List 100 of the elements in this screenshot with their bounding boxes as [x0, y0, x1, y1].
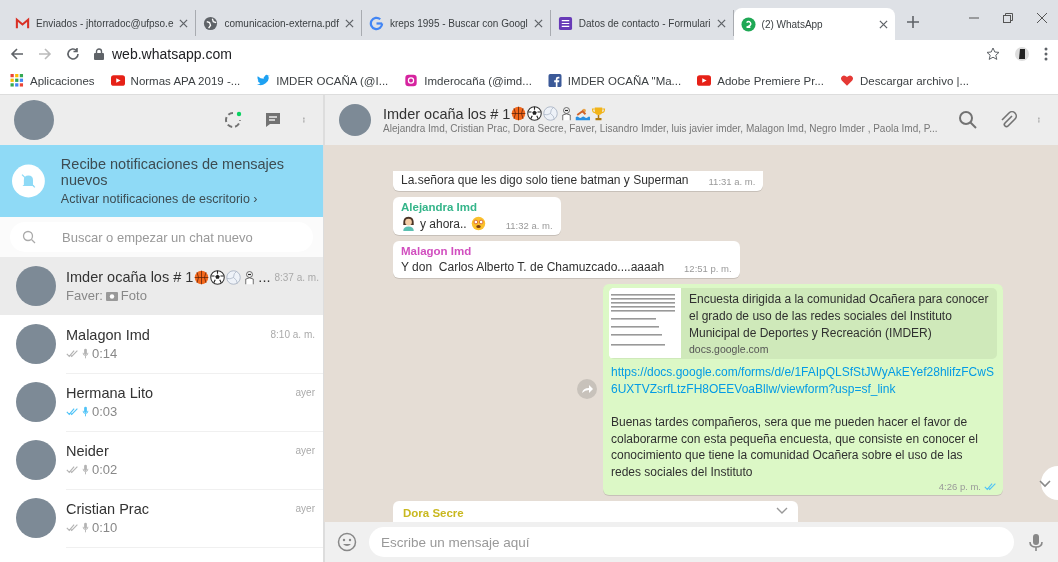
enable-notifications-link[interactable]: Activar notificaciones de escritorio ›: [60, 192, 311, 206]
f-logo-icon: [547, 74, 562, 87]
message-text: Buenas tardes compañeros, sera que me pueden hacer el favor de colaborarme con esta pequeña encuesta, que consiste en conocer el conocimiento que tiene la comunidad Ocañera sobre el uso de las redes sociales del Instituto: [611, 413, 979, 481]
close-icon[interactable]: [716, 18, 726, 28]
camera-icon: [404, 74, 419, 87]
smiley-face-icon: [470, 216, 486, 232]
bird-icon: [256, 74, 271, 87]
browser-tab[interactable]: kreps 1995 - Buscar con Googl: [361, 10, 551, 36]
restore-icon[interactable]: [1002, 12, 1014, 24]
notification-title: Recibe notificaciones de mensajes nuevos: [60, 156, 286, 188]
search-icon[interactable]: [958, 110, 978, 130]
badge-icon: [740, 16, 756, 32]
preview-title: Encuesta dirigida a la comunidad Ocañera para conocer el grado de uso de las redes sociales del Instituto Municipal de Deportes y Recreación (IMDER): [689, 291, 989, 342]
message-text: La.señora que les digo solo tiene batman y Superman: [401, 173, 689, 188]
star-icon[interactable]: [986, 46, 1000, 61]
play-icon: [110, 74, 125, 87]
chat-time: 8:10 a. m.: [270, 329, 315, 340]
chat-time: ayer: [295, 445, 315, 456]
contact-avatar: [16, 498, 56, 538]
bookmark[interactable]: Imderocaña (@imd...: [404, 74, 532, 87]
sender-name: Alejandra Imd: [401, 201, 479, 214]
close-icon[interactable]: [878, 19, 888, 29]
preview-sender: Faver:: [66, 288, 103, 303]
chat-list-item[interactable]: Neider ayer 0:02: [0, 431, 323, 489]
status-icon[interactable]: [223, 110, 243, 130]
contact-avatar: [16, 324, 56, 364]
camera-icon: [105, 290, 118, 301]
microphone-icon: [82, 463, 89, 475]
address-bar[interactable]: web.whatsapp.com: [94, 45, 972, 62]
sender-name: Dora Secre: [403, 507, 464, 519]
group-members: Alejandra Imd, Cristian Prac, Dora Secre, Faver, Lisandro Imder, luis javier imder, Malagon Imd, Negro Imder , Paola Imd, P...: [383, 122, 939, 135]
basketball-icon: [511, 106, 527, 122]
bookmark[interactable]: IMDER OCAÑA (@I...: [256, 74, 389, 87]
swimmer-icon: [575, 106, 591, 122]
bookmark[interactable]: IMDER OCAÑA "Ma...: [547, 74, 682, 87]
message-time: 12:51 p. m.: [684, 263, 732, 275]
preview-domain: docs.google.com: [689, 341, 770, 357]
chat-name: Imder ocaña los # 1: [66, 269, 194, 285]
group-avatar[interactable]: [339, 104, 371, 136]
chat-name: Neider: [66, 442, 109, 459]
voice-duration: 0:14: [92, 345, 118, 361]
search-icon: [22, 230, 36, 244]
voice-duration: 0:03: [92, 403, 118, 419]
form-icon: [557, 15, 573, 31]
profile-avatar[interactable]: [14, 100, 54, 140]
chat-list-item[interactable]: Malagon Imd 8:10 a. m. 0:14: [0, 315, 323, 373]
muted-bell-icon: [12, 163, 45, 199]
voice-duration: 0:02: [92, 461, 118, 477]
chevron-down-icon[interactable]: [776, 507, 788, 515]
chat-icon[interactable]: [263, 110, 283, 130]
browser-tab[interactable]: (2) WhatsApp: [733, 8, 895, 40]
ellipsis: ...: [258, 269, 271, 285]
sender-name: Malagon Imd: [401, 245, 473, 258]
volleyball-icon: [543, 106, 559, 122]
close-icon[interactable]: [533, 18, 543, 28]
chat-time: ayer: [295, 387, 315, 398]
chat-list-item[interactable]: Cristian Prac ayer 0:10: [0, 489, 323, 547]
back-arrow-icon[interactable]: [10, 46, 24, 61]
message-time: 11:31 a. m.: [708, 176, 756, 188]
message-text: y ahora..: [420, 217, 467, 232]
woman-icon: [401, 216, 416, 232]
emoji-icon[interactable]: [337, 532, 357, 552]
contact-avatar: [16, 382, 56, 422]
message-input[interactable]: Escribe un mensaje aquí: [369, 527, 1014, 557]
microphone-icon: [82, 405, 89, 417]
chat-list-item[interactable]: Hermana Lito ayer 0:03: [0, 373, 323, 431]
chat-list-item[interactable]: Imder ocaña los # 1 ... 8:37 a. m. Faver: Foto: [0, 257, 323, 315]
browser-tab[interactable]: Datos de contacto - Formulari: [550, 10, 734, 36]
microphone-icon[interactable]: [1026, 532, 1046, 552]
browser-tab[interactable]: Enviados - jhtorradoc@ufpso.e: [8, 10, 197, 36]
microphone-icon: [82, 521, 89, 533]
heart-icon: [839, 74, 854, 87]
bookmark[interactable]: Adobe Premiere Pr...: [697, 74, 824, 87]
contact-avatar: [16, 440, 56, 480]
soccer-ball-icon: [210, 269, 226, 285]
preview-text: Foto: [120, 288, 147, 303]
browser-tab[interactable]: comunicacion-externa.pdf: [196, 10, 362, 36]
message-text: Y don Carlos Alberto T. de Chamuzcado....aaaah: [401, 260, 665, 275]
soccer-ball-icon: [527, 106, 543, 122]
reload-icon[interactable]: [66, 46, 80, 61]
globe-icon: [203, 15, 219, 31]
contact-avatar: [16, 266, 56, 306]
message-time: 11:32 a. m.: [505, 220, 553, 232]
voice-duration: 0:10: [92, 519, 118, 535]
close-icon[interactable]: [344, 18, 354, 28]
volleyball-icon: [226, 269, 242, 285]
group-name: Imder ocaña los # 1: [383, 105, 511, 122]
bookmark[interactable]: Descargar archivo |...: [839, 74, 970, 87]
close-icon[interactable]: [179, 18, 189, 28]
close-icon[interactable]: [1036, 12, 1048, 24]
g-logo-icon: [368, 15, 384, 31]
chat-time: ayer: [295, 503, 315, 514]
menu-icon[interactable]: [1044, 45, 1048, 62]
bookmark[interactable]: Normas APA 2019 -...: [110, 74, 241, 87]
link-preview[interactable]: Encuesta dirigida a la comunidad Ocañera para conocer el grado de uso de las redes sociales del Instituto Municipal de Deportes y Recreación (IMDER) docs.google.com: [609, 288, 997, 360]
chat-name: Hermana Lito: [66, 384, 154, 401]
bookmark[interactable]: Aplicaciones: [10, 74, 95, 87]
chat-name: Cristian Prac: [66, 500, 149, 517]
extension-icon[interactable]: [1014, 45, 1030, 62]
lock-icon: [94, 47, 104, 60]
